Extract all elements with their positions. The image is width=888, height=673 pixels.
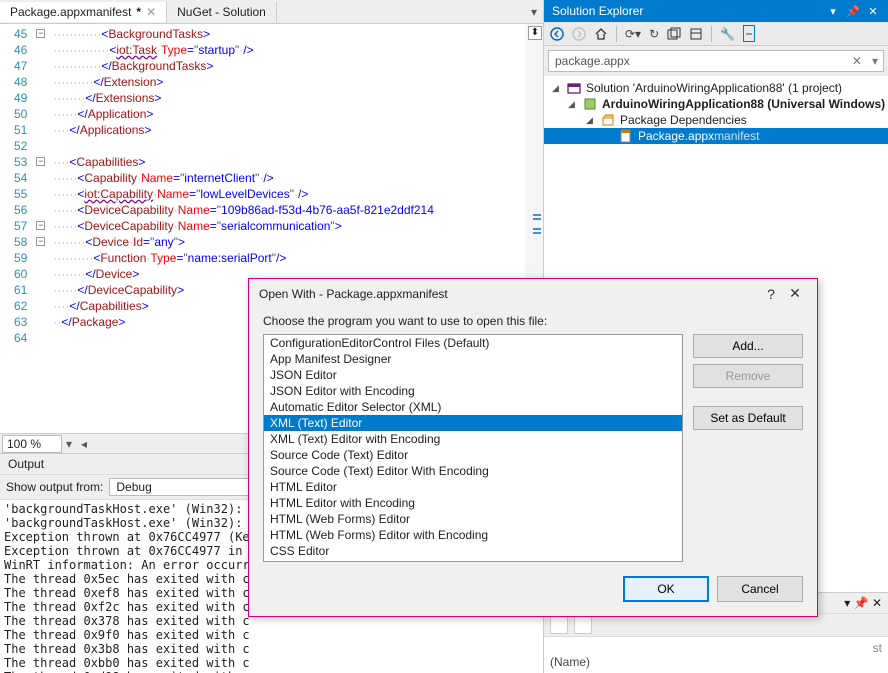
categorize-button[interactable]: [550, 616, 568, 634]
tab-label: Package.appxmanifest: [10, 5, 131, 19]
help-icon[interactable]: ?: [759, 286, 783, 302]
prop-name-label: (Name): [550, 655, 716, 669]
prop-name-value[interactable]: [716, 655, 882, 669]
editor-list-item[interactable]: JSON Editor with Encoding: [264, 383, 682, 399]
tab-nuget-solution[interactable]: NuGet - Solution: [167, 2, 277, 22]
overview-mark: [533, 232, 541, 234]
alphabetize-button[interactable]: [574, 616, 592, 634]
solution-explorer-header: Solution Explorer ▾ 📌 ✕: [544, 0, 888, 22]
tree-label: ArduinoWiringApplication88 (Universal Wi…: [602, 97, 885, 111]
cancel-button[interactable]: Cancel: [717, 576, 803, 602]
tree-manifest-node[interactable]: Package.appxmanifest: [544, 128, 888, 144]
remove-button[interactable]: Remove: [693, 364, 803, 388]
editor-list-item[interactable]: HTML Editor with Encoding: [264, 495, 682, 511]
editor-list-item[interactable]: HTML (Web Forms) Editor: [264, 511, 682, 527]
overview-mark: [533, 228, 541, 230]
expander-icon[interactable]: ◢: [568, 99, 578, 110]
zoom-level[interactable]: 100 %: [2, 435, 62, 453]
split-button-icon[interactable]: ⬍: [528, 26, 542, 40]
tab-label: NuGet - Solution: [177, 5, 266, 19]
search-input[interactable]: [549, 51, 847, 71]
show-all-files-icon[interactable]: [689, 27, 703, 41]
properties-icon[interactable]: 🔧: [720, 27, 735, 41]
dirty-indicator: *: [136, 5, 141, 19]
tab-package-appxmanifest[interactable]: Package.appxmanifest * ✕: [0, 2, 167, 22]
editor-list-item[interactable]: HTML Editor: [264, 479, 682, 495]
editor-list-item[interactable]: CSS Editor with Encoding: [264, 559, 682, 562]
editor-list-item[interactable]: HTML (Web Forms) Editor with Encoding: [264, 527, 682, 543]
tab-overflow-dropdown[interactable]: ▾: [525, 5, 543, 19]
search-dropdown-icon[interactable]: ▾: [867, 54, 883, 68]
editor-list-item[interactable]: App Manifest Designer: [264, 351, 682, 367]
code-fold-column[interactable]: −−−−: [35, 24, 49, 433]
dialog-prompt: Choose the program you want to use to op…: [263, 314, 803, 328]
back-icon[interactable]: [550, 27, 564, 41]
expander-icon[interactable]: ◢: [552, 83, 562, 94]
close-icon[interactable]: ✕: [783, 285, 807, 302]
refresh-icon[interactable]: ↻: [649, 27, 659, 41]
open-with-dialog: Open With - Package.appxmanifest ? ✕ Cho…: [248, 278, 818, 617]
tree-label: Package Dependencies: [620, 113, 747, 127]
editor-list-item[interactable]: JSON Editor: [264, 367, 682, 383]
line-number-gutter: 4546474849505152535455565758596061626364: [0, 24, 35, 433]
editor-list-item[interactable]: Automatic Editor Selector (XML): [264, 399, 682, 415]
editor-list-item[interactable]: XML (Text) Editor: [264, 415, 682, 431]
overview-mark: [533, 218, 541, 220]
solution-explorer-title: Solution Explorer: [552, 4, 643, 18]
solution-explorer-search[interactable]: ✕ ▾: [548, 50, 884, 72]
expander-icon[interactable]: ◢: [586, 115, 596, 126]
sync-icon[interactable]: ⟳▾: [625, 27, 641, 41]
tree-solution-node[interactable]: ◢ Solution 'ArduinoWiringApplication88' …: [544, 80, 888, 96]
close-icon[interactable]: ✕: [146, 5, 156, 19]
prop-value-suffix: st: [550, 641, 882, 655]
editor-list-item[interactable]: Source Code (Text) Editor With Encoding: [264, 463, 682, 479]
overview-mark: [533, 214, 541, 216]
solution-icon: [566, 81, 582, 95]
dialog-title: Open With - Package.appxmanifest: [259, 287, 448, 301]
close-icon[interactable]: ✕: [872, 596, 882, 610]
clear-search-icon[interactable]: ✕: [847, 54, 867, 68]
preview-icon[interactable]: ⎯: [743, 25, 755, 42]
document-tabbar: Package.appxmanifest * ✕ NuGet - Solution…: [0, 0, 543, 24]
pin-icon[interactable]: 📌: [846, 5, 860, 18]
pin-icon[interactable]: 📌: [854, 596, 869, 610]
dialog-titlebar[interactable]: Open With - Package.appxmanifest ? ✕: [249, 279, 817, 308]
manifest-file-icon: [618, 129, 634, 143]
tree-dependencies-node[interactable]: ◢ Package Dependencies: [544, 112, 888, 128]
tree-label: Solution 'ArduinoWiringApplication88' (1…: [586, 81, 842, 95]
project-icon: [582, 97, 598, 111]
tree-project-node[interactable]: ◢ ArduinoWiringApplication88 (Universal …: [544, 96, 888, 112]
output-source-select[interactable]: Debug: [109, 478, 259, 496]
zoom-dropdown-icon[interactable]: ▾: [62, 437, 76, 451]
editor-list-item[interactable]: ConfigurationEditorControl Files (Defaul…: [264, 335, 682, 351]
editor-list[interactable]: ConfigurationEditorControl Files (Defaul…: [263, 334, 683, 562]
forward-icon[interactable]: [572, 27, 586, 41]
editor-list-item[interactable]: CSS Editor: [264, 543, 682, 559]
ok-button[interactable]: OK: [623, 576, 709, 602]
window-menu-icon[interactable]: ▾: [844, 596, 850, 610]
collapse-all-icon[interactable]: [667, 27, 681, 41]
close-icon[interactable]: ✕: [866, 5, 880, 18]
add-button[interactable]: Add...: [693, 334, 803, 358]
editor-list-item[interactable]: XML (Text) Editor with Encoding: [264, 431, 682, 447]
window-menu-icon[interactable]: ▾: [826, 5, 840, 18]
dependencies-icon: [600, 113, 616, 127]
solution-explorer-toolbar: ⟳▾ ↻ 🔧 ⎯: [544, 22, 888, 46]
set-default-button[interactable]: Set as Default: [693, 406, 803, 430]
output-source-label: Show output from:: [6, 480, 103, 494]
editor-list-item[interactable]: Source Code (Text) Editor: [264, 447, 682, 463]
nav-left-icon[interactable]: ◂: [76, 437, 92, 451]
properties-grid[interactable]: st (Name): [544, 637, 888, 673]
tree-label: Package.appxmanifest: [638, 129, 759, 143]
home-icon[interactable]: [594, 27, 608, 41]
